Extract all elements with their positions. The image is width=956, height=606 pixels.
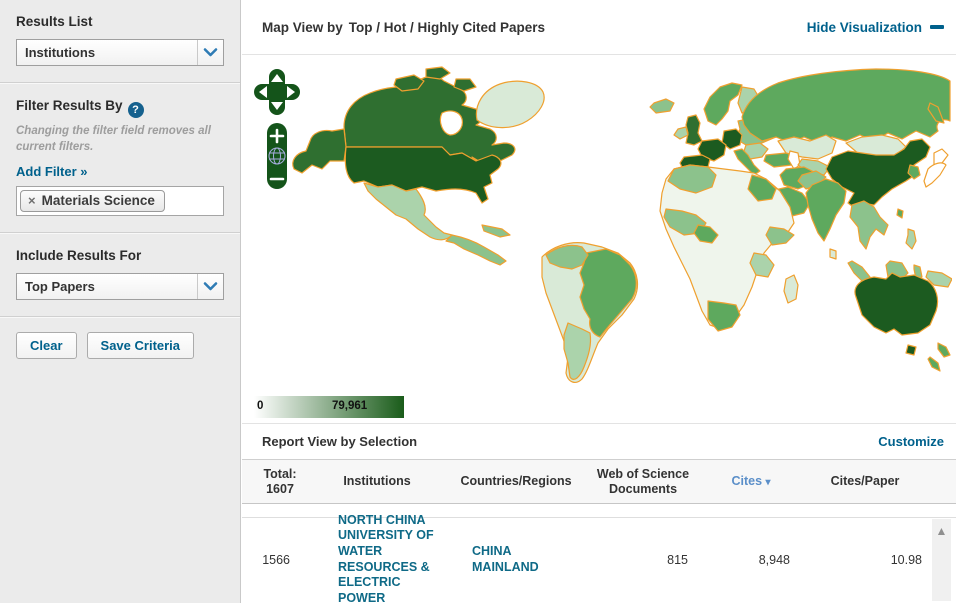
zoom-control[interactable] bbox=[267, 123, 287, 189]
table-body: 1566 NORTH CHINA UNIVERSITY OF WATER RES… bbox=[242, 517, 956, 601]
sidebar-buttons: Clear Save Criteria bbox=[0, 318, 240, 373]
filter-tags-box[interactable]: × Materials Science bbox=[16, 186, 224, 216]
country-new-zealand[interactable] bbox=[928, 357, 940, 371]
row-wos-documents: 815 bbox=[584, 553, 702, 567]
clear-button[interactable]: Clear bbox=[16, 332, 77, 359]
arctic-island[interactable] bbox=[426, 67, 450, 79]
row-country-cell: CHINA MAINLAND bbox=[448, 544, 584, 575]
country-greenland[interactable] bbox=[476, 81, 544, 127]
report-view-bar: Report View by Selection Customize bbox=[242, 424, 956, 460]
add-filter-link[interactable]: Add Filter » bbox=[16, 164, 88, 179]
legend-min-value: 0 bbox=[257, 400, 263, 412]
country-new-zealand[interactable] bbox=[938, 343, 950, 357]
minus-icon bbox=[930, 25, 944, 29]
filter-heading: Filter Results By? bbox=[16, 98, 224, 118]
pan-control[interactable] bbox=[254, 69, 300, 115]
country-ireland[interactable] bbox=[674, 127, 688, 139]
map-header-bar: Map View byTop / Hot / Highly Cited Pape… bbox=[242, 0, 956, 55]
include-results-select[interactable]: Top Papers bbox=[16, 273, 224, 300]
column-countries-regions[interactable]: Countries/Regions bbox=[448, 474, 584, 489]
map-controls[interactable] bbox=[254, 65, 300, 195]
country-australia[interactable] bbox=[855, 273, 938, 335]
legend-max-value: 79,961 bbox=[332, 400, 367, 412]
country-russia[interactable] bbox=[742, 69, 950, 143]
region-se-asia[interactable] bbox=[850, 201, 888, 249]
filter-section: Filter Results By? Changing the filter f… bbox=[0, 84, 240, 232]
legend-gradient-bar bbox=[254, 396, 404, 418]
scroll-up-icon[interactable]: ▲ bbox=[932, 519, 951, 538]
island-tasmania[interactable] bbox=[906, 345, 916, 355]
column-cites-sorted[interactable]: Cites ▾ bbox=[702, 474, 800, 489]
map-view-title: Map View byTop / Hot / Highly Cited Pape… bbox=[262, 20, 545, 35]
report-view-title: Report View by Selection bbox=[262, 434, 417, 449]
include-results-heading: Include Results For bbox=[16, 248, 224, 263]
results-list-selected-value: Institutions bbox=[17, 45, 197, 60]
column-cites-per-paper[interactable]: Cites/Paper bbox=[800, 474, 956, 489]
row-institution-cell: NORTH CHINA UNIVERSITY OF WATER RESOURCE… bbox=[306, 513, 448, 606]
hide-visualization-link[interactable]: Hide Visualization bbox=[807, 20, 944, 35]
customize-link[interactable]: Customize bbox=[878, 434, 944, 449]
map-visualization: 0 79,961 bbox=[242, 55, 956, 424]
country-taiwan[interactable] bbox=[897, 209, 903, 218]
region-scandinavia[interactable] bbox=[704, 83, 742, 125]
column-wos-documents[interactable]: Web of Science Documents bbox=[584, 467, 702, 497]
hudson-bay bbox=[440, 111, 462, 135]
include-results-selected-value: Top Papers bbox=[17, 279, 197, 294]
country-japan[interactable] bbox=[924, 163, 946, 187]
country-sri-lanka[interactable] bbox=[830, 249, 836, 259]
main-panel: Map View byTop / Hot / Highly Cited Pape… bbox=[242, 0, 956, 603]
results-list-select[interactable]: Institutions bbox=[16, 39, 224, 66]
column-institutions[interactable]: Institutions bbox=[306, 474, 448, 489]
country-india[interactable] bbox=[806, 179, 846, 241]
results-list-section: Results List Institutions bbox=[0, 0, 240, 82]
country-madagascar[interactable] bbox=[784, 275, 798, 303]
remove-tag-icon[interactable]: × bbox=[28, 193, 36, 208]
country-mexico[interactable] bbox=[364, 183, 452, 240]
institution-link[interactable]: NORTH CHINA UNIVERSITY OF WATER RESOURCE… bbox=[338, 513, 434, 606]
filter-hint-text: Changing the filter field removes all cu… bbox=[16, 124, 224, 155]
country-iceland[interactable] bbox=[650, 99, 674, 113]
caspian-sea bbox=[788, 151, 800, 169]
row-cites: 8,948 bbox=[702, 553, 800, 567]
map-color-legend: 0 79,961 bbox=[254, 396, 404, 418]
chevron-down-icon[interactable] bbox=[197, 40, 223, 65]
country-uk[interactable] bbox=[686, 115, 702, 145]
help-icon[interactable]: ? bbox=[128, 102, 144, 118]
chevron-down-icon[interactable] bbox=[197, 274, 223, 299]
sidebar: Results List Institutions Filter Results… bbox=[0, 0, 241, 603]
include-results-section: Include Results For Top Papers bbox=[0, 234, 240, 316]
world-choropleth-map[interactable] bbox=[246, 57, 952, 391]
row-count: 1566 bbox=[242, 553, 306, 567]
country-cuba[interactable] bbox=[482, 225, 510, 237]
table-header-row: Total: 1607 Institutions Countries/Regio… bbox=[242, 460, 956, 504]
column-total: Total: 1607 bbox=[242, 467, 306, 497]
table-row: 1566 NORTH CHINA UNIVERSITY OF WATER RES… bbox=[242, 518, 956, 601]
country-philippines[interactable] bbox=[906, 229, 916, 249]
table-scrollbar[interactable]: ▲ bbox=[932, 519, 951, 601]
sort-descending-icon: ▾ bbox=[766, 477, 771, 488]
filter-tag[interactable]: × Materials Science bbox=[20, 190, 165, 212]
country-link[interactable]: CHINA MAINLAND bbox=[472, 544, 552, 575]
results-list-heading: Results List bbox=[16, 14, 224, 29]
save-criteria-button[interactable]: Save Criteria bbox=[87, 332, 195, 359]
region-central-america[interactable] bbox=[446, 235, 506, 265]
filter-tag-label: Materials Science bbox=[42, 193, 155, 208]
country-alaska[interactable] bbox=[293, 129, 346, 173]
